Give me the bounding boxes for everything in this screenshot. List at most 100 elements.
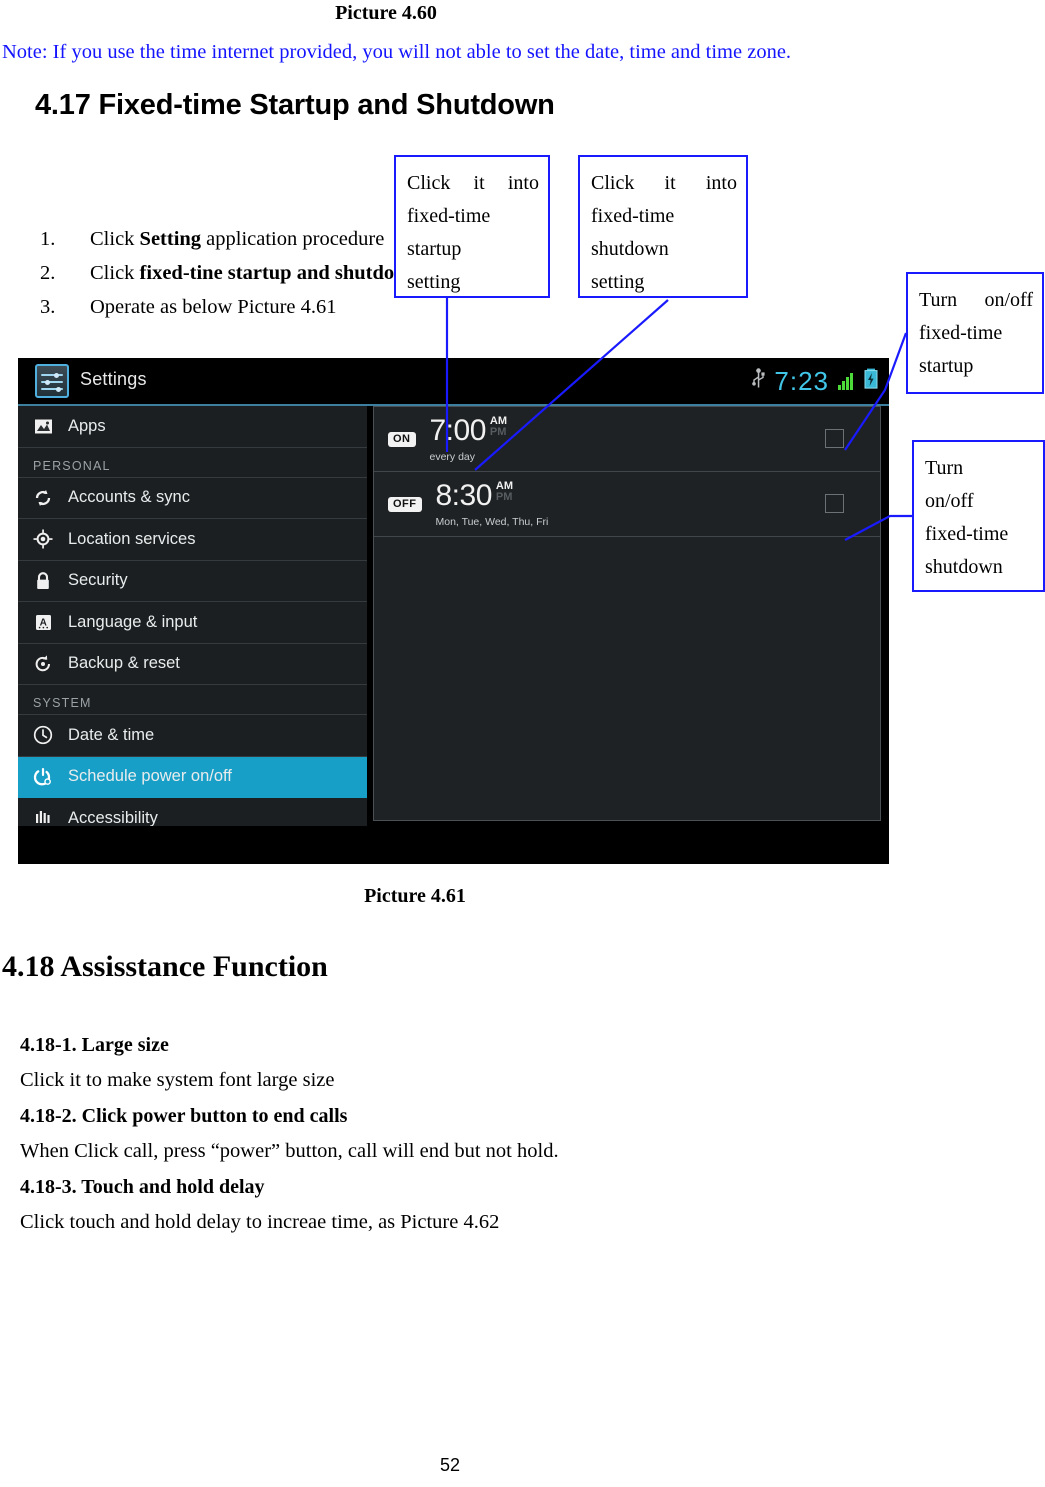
subsection-body: Click it to make system font large size bbox=[20, 1069, 335, 1091]
callout-shutdown: Click it into fixed-time shutdown settin… bbox=[578, 155, 748, 298]
settings-title: Settings bbox=[80, 369, 147, 389]
android-action-bar: Settings 7:23 bbox=[18, 358, 889, 406]
alarm-repeat-days: Mon, Tue, Wed, Thu, Fri bbox=[435, 515, 549, 528]
page-number: 52 bbox=[439, 1455, 461, 1475]
subsection-heading: 4.18-2. Click power button to end calls bbox=[20, 1105, 348, 1127]
callout-line: setting bbox=[407, 271, 461, 293]
note-text: Note: If you use the time internet provi… bbox=[2, 41, 792, 63]
steps-list: 1. Click Setting application procedure 2… bbox=[40, 228, 640, 330]
subsection-body: When Click call, press “power” button, c… bbox=[20, 1140, 559, 1162]
sidebar-item-language-input[interactable]: A Language & input bbox=[18, 602, 367, 644]
step-number: 3. bbox=[40, 296, 56, 318]
sync-icon bbox=[32, 487, 54, 509]
android-content: Apps PERSONAL Accounts & sync Location s… bbox=[18, 406, 889, 826]
list-item: 3. Operate as below Picture 4.61 bbox=[40, 296, 640, 330]
callout-line: Click it into bbox=[407, 172, 539, 194]
subsection-heading: 4.18-3. Touch and hold delay bbox=[20, 1176, 265, 1198]
alarm-enable-checkbox[interactable] bbox=[825, 494, 844, 513]
section-heading-418: 4.18 Assisstance Function bbox=[2, 950, 328, 983]
callout-startup: Click it into fixed-time startup setting bbox=[394, 155, 550, 298]
callout-line: startup bbox=[407, 238, 462, 260]
callout-line: fixed-time bbox=[925, 523, 1009, 545]
sidebar-item-backup-reset[interactable]: Backup & reset bbox=[18, 644, 367, 685]
sidebar-header-personal: PERSONAL bbox=[18, 448, 367, 478]
list-item: 2. Click fixed-tine startup and shutdown bbox=[40, 262, 640, 296]
status-badge: OFF bbox=[388, 496, 422, 512]
settings-icon bbox=[35, 364, 69, 398]
picture-caption-460: Picture 4.60 bbox=[335, 2, 437, 24]
callout-line: startup bbox=[919, 355, 974, 377]
callout-line: fixed-time bbox=[407, 205, 491, 227]
alarm-enable-checkbox[interactable] bbox=[825, 429, 844, 448]
sidebar-item-label: Language & input bbox=[68, 612, 198, 631]
sidebar-item-date-time[interactable]: Date & time bbox=[18, 715, 367, 757]
subsection-body: Click touch and hold delay to increae ti… bbox=[20, 1211, 500, 1233]
callout-line: Click it into bbox=[591, 172, 737, 194]
callout-line: on/off bbox=[925, 490, 974, 512]
callout-line: shutdown bbox=[925, 556, 1003, 578]
sidebar-header-system: SYSTEM bbox=[18, 685, 367, 715]
battery-charging-icon bbox=[863, 368, 879, 395]
power-icon bbox=[32, 766, 54, 788]
callout-line: setting bbox=[591, 271, 645, 293]
sidebar-item-security[interactable]: Security bbox=[18, 561, 367, 602]
status-badge: ON bbox=[388, 431, 416, 447]
location-icon bbox=[32, 528, 54, 550]
callout-line: shutdown bbox=[591, 238, 669, 260]
sidebar-item-accessibility[interactable]: Accessibility bbox=[18, 798, 367, 826]
sidebar-item-apps[interactable]: Apps bbox=[18, 406, 367, 448]
callout-line: Turn on/off bbox=[919, 289, 1033, 311]
sidebar-item-accounts-sync[interactable]: Accounts & sync bbox=[18, 478, 367, 519]
alarm-ampm: AM PM bbox=[492, 479, 513, 503]
accessibility-icon bbox=[32, 807, 54, 826]
sidebar-item-label: Date & time bbox=[68, 725, 155, 744]
alarm-am: AM bbox=[495, 479, 513, 492]
list-item: 1. Click Setting application procedure bbox=[40, 228, 640, 262]
callout-line: fixed-time bbox=[919, 322, 1003, 344]
callout-turn-on-off-shutdown: Turn on/off fixed-time shutdown bbox=[912, 440, 1045, 592]
sidebar-item-label: Security bbox=[68, 571, 128, 590]
schedule-power-list: ON 7:00 AM PM every day OFF 8:30 AM PM M… bbox=[373, 406, 881, 821]
step-number: 1. bbox=[40, 228, 56, 250]
list-item[interactable]: OFF 8:30 AM PM Mon, Tue, Wed, Thu, Fri bbox=[374, 472, 880, 537]
alarm-pm: PM bbox=[489, 425, 507, 438]
alarm-pm: PM bbox=[495, 490, 513, 503]
alarm-time-line: 7:00 AM PM bbox=[429, 413, 508, 447]
keyboard-icon: A bbox=[32, 611, 54, 633]
callout-line: Turn bbox=[925, 457, 964, 479]
list-item[interactable]: ON 7:00 AM PM every day bbox=[374, 407, 880, 472]
svg-text:A: A bbox=[39, 617, 46, 628]
usb-icon bbox=[752, 367, 765, 395]
apps-icon bbox=[32, 415, 54, 437]
lock-icon bbox=[32, 570, 54, 592]
alarm-time-line: 8:30 AM PM bbox=[435, 478, 549, 512]
step-text: Operate as below Picture 4.61 bbox=[90, 296, 337, 318]
alarm-time: 7:00 bbox=[429, 413, 487, 447]
callout-line: fixed-time bbox=[591, 205, 675, 227]
sidebar-item-label: Accounts & sync bbox=[68, 488, 190, 507]
alarm-time: 8:30 bbox=[435, 478, 493, 512]
android-navigation-bar bbox=[18, 826, 889, 864]
section-heading-417: 4.17 Fixed-time Startup and Shutdown bbox=[35, 89, 555, 121]
sidebar-item-label: Backup & reset bbox=[68, 654, 180, 673]
status-clock: 7:23 bbox=[774, 365, 829, 396]
alarm-ampm: AM PM bbox=[486, 415, 507, 438]
sidebar-item-label: Location services bbox=[68, 529, 196, 548]
android-settings-screenshot: Settings 7:23 Apps PERSONAL Accounts & s… bbox=[18, 358, 889, 864]
backup-icon bbox=[32, 653, 54, 675]
picture-caption-461: Picture 4.61 bbox=[364, 885, 466, 907]
step-text: Click fixed-tine startup and shutdown bbox=[90, 262, 421, 284]
clock-icon bbox=[32, 724, 54, 746]
alarm-repeat-days: every day bbox=[429, 450, 476, 463]
step-text: Click Setting application procedure bbox=[90, 228, 385, 250]
step-number: 2. bbox=[40, 262, 56, 284]
signal-icon bbox=[838, 372, 854, 390]
subsections: 4.18-1. Large size Click it to make syst… bbox=[20, 1034, 920, 1247]
sidebar-item-label: Apps bbox=[68, 416, 106, 435]
sidebar-item-label: Accessibility bbox=[68, 808, 158, 826]
sidebar-item-location-services[interactable]: Location services bbox=[18, 519, 367, 561]
sidebar-item-schedule-power-on-off[interactable]: Schedule power on/off bbox=[18, 756, 367, 798]
settings-sidebar: Apps PERSONAL Accounts & sync Location s… bbox=[18, 406, 367, 826]
sidebar-item-label: Schedule power on/off bbox=[68, 767, 232, 786]
alarm-details: 8:30 AM PM Mon, Tue, Wed, Thu, Fri bbox=[435, 478, 549, 528]
